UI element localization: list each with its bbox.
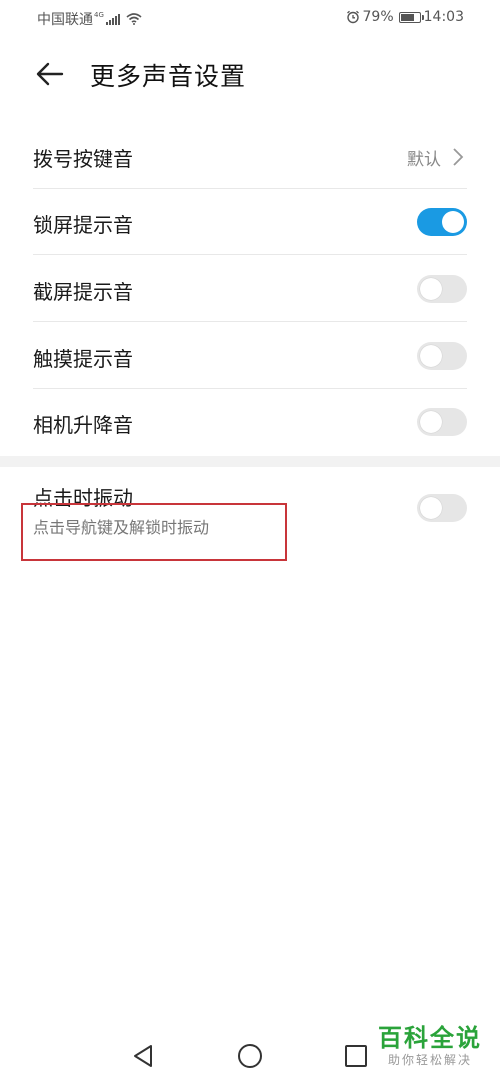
divider (33, 321, 467, 322)
status-left: 中国联通 4G (37, 9, 142, 29)
nav-back-button[interactable] (130, 1042, 158, 1070)
status-right: 79% 14:03 (346, 9, 464, 25)
camera-lift-sound-toggle[interactable] (417, 408, 467, 436)
lock-sound-toggle[interactable] (417, 208, 467, 236)
nav-recents-button[interactable] (342, 1042, 370, 1070)
watermark-title: 百科全说 (378, 1024, 482, 1052)
section-divider (0, 456, 500, 467)
clock: 14:03 (423, 9, 464, 25)
square-recents-icon (345, 1045, 367, 1067)
setting-screenshot-sound: 截屏提示音 (33, 256, 467, 322)
vibrate-on-tap-toggle[interactable] (417, 494, 467, 522)
setting-camera-lift-sound: 相机升降音 (33, 389, 467, 455)
battery-percent: 79% (362, 9, 394, 25)
setting-label: 相机升降音 (33, 413, 133, 437)
setting-dial-tone[interactable]: 拨号按键音 默认 (33, 123, 467, 189)
arrow-left-icon (36, 62, 64, 86)
watermark-subtitle: 助你轻松解决 (387, 1053, 472, 1067)
setting-label: 拨号按键音 (33, 147, 133, 171)
setting-value: 默认 (407, 150, 441, 170)
toggle-knob (420, 411, 442, 433)
status-bar: 中国联通 4G 79% 14:03 (0, 0, 500, 36)
app-header: 更多声音设置 (0, 52, 500, 96)
watermark: 百科全说 助你轻松解决 (376, 1024, 484, 1068)
setting-label: 触摸提示音 (33, 347, 133, 371)
chevron-right-icon (453, 148, 464, 166)
highlight-annotation (21, 503, 287, 561)
triangle-back-icon (134, 1045, 152, 1067)
nav-home-button[interactable] (236, 1042, 264, 1070)
touch-sound-toggle[interactable] (417, 342, 467, 370)
circle-home-icon (238, 1044, 262, 1068)
back-button[interactable] (34, 58, 66, 90)
setting-label: 截屏提示音 (33, 280, 133, 304)
page-title: 更多声音设置 (90, 62, 247, 91)
carrier-name: 中国联通 (37, 12, 93, 28)
network-type: 4G (94, 11, 104, 19)
toggle-knob (420, 345, 442, 367)
alarm-icon (346, 10, 359, 24)
setting-touch-sound: 触摸提示音 (33, 323, 467, 389)
toggle-knob (420, 278, 442, 300)
screenshot-sound-toggle[interactable] (417, 275, 467, 303)
toggle-knob (420, 497, 442, 519)
setting-label: 锁屏提示音 (33, 213, 133, 237)
setting-lock-sound: 锁屏提示音 (33, 189, 467, 255)
signal-icon (105, 13, 120, 25)
divider (33, 254, 467, 255)
wifi-icon (126, 13, 142, 25)
toggle-knob (442, 211, 464, 233)
battery-icon (398, 11, 424, 23)
